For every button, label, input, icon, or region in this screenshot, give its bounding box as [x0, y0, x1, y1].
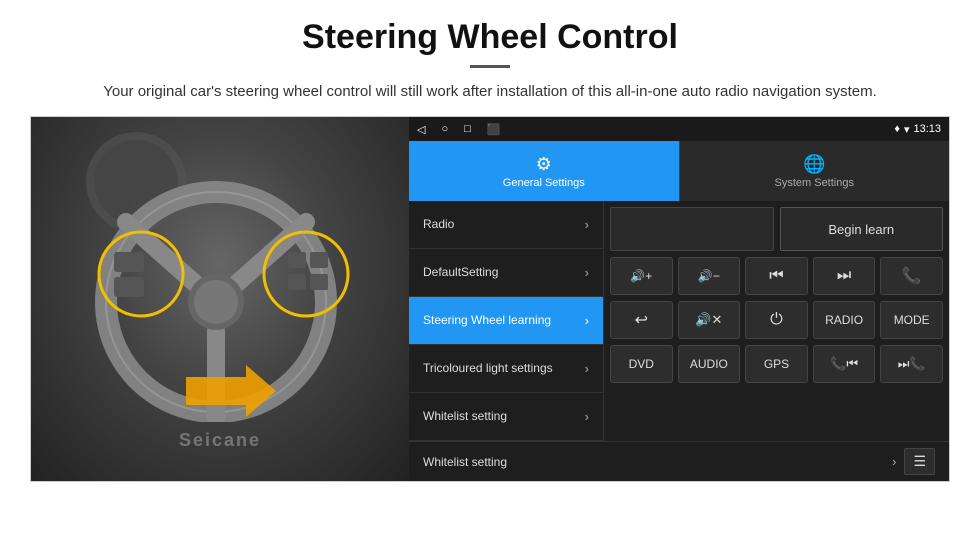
chevron-whitelist-icon: ›: [585, 409, 589, 424]
hang-up-button[interactable]: ↩: [610, 301, 673, 339]
vol-down-button[interactable]: 🔊−: [678, 257, 741, 295]
gps-button[interactable]: GPS: [745, 345, 808, 383]
list-icon: ☰: [913, 453, 926, 469]
chevron-steering-icon: ›: [585, 313, 589, 328]
tab-system-settings[interactable]: 🌐 System Settings: [679, 141, 950, 201]
begin-learn-button[interactable]: Begin learn: [780, 207, 944, 251]
phone-button[interactable]: 📞: [880, 257, 943, 295]
android-panel: ◁ ○ □ ⬛ ♦ ▾ 13:13 ⚙ General Settings: [409, 117, 949, 481]
menu-item-tricoloured-label: Tricoloured light settings: [423, 361, 581, 377]
status-bar: ◁ ○ □ ⬛ ♦ ▾ 13:13: [409, 117, 949, 141]
mode-label: MODE: [894, 313, 930, 327]
menu-item-default-label: DefaultSetting: [423, 265, 581, 281]
empty-input-box: [610, 207, 774, 251]
phone-next-icon: ⏭📞: [898, 356, 926, 372]
content-area: Seicane ◁ ○ □ ⬛ ♦ ▾ 13:13: [30, 116, 950, 482]
prev-track-button[interactable]: ⏮: [745, 257, 808, 295]
location-icon: ♦: [894, 123, 900, 135]
tab-system-label: System Settings: [775, 177, 854, 189]
tab-bar: ⚙ General Settings 🌐 System Settings: [409, 141, 949, 201]
chevron-default-icon: ›: [585, 265, 589, 280]
menu-item-defaultsetting[interactable]: DefaultSetting ›: [409, 249, 603, 297]
time-display: 13:13: [913, 123, 941, 135]
controls-row-2: ↩ 🔊✕ ⏻ RADIO MODE: [610, 301, 943, 339]
phone-next-button[interactable]: ⏭📞: [880, 345, 943, 383]
audio-button[interactable]: AUDIO: [678, 345, 741, 383]
whitelist-setting-label: Whitelist setting: [423, 455, 507, 469]
mute-button[interactable]: 🔊✕: [678, 301, 741, 339]
power-button[interactable]: ⏻: [745, 301, 808, 339]
back-icon[interactable]: ◁: [417, 123, 425, 136]
hang-up-icon: ↩: [635, 310, 648, 330]
page-title: Steering Wheel Control: [30, 18, 950, 57]
main-content: Radio › DefaultSetting › Steering Wheel …: [409, 201, 949, 441]
power-icon: ⏻: [770, 311, 783, 329]
watermark: Seicane: [179, 430, 261, 451]
vol-down-icon: 🔊−: [698, 269, 720, 283]
radio-button[interactable]: RADIO: [813, 301, 876, 339]
tab-general-label: General Settings: [503, 177, 585, 189]
begin-learn-row: Begin learn: [610, 207, 943, 251]
dvd-label: DVD: [629, 357, 654, 371]
menu-item-whitelist[interactable]: Whitelist setting ›: [409, 393, 603, 441]
car-image-panel: Seicane: [31, 117, 409, 481]
controls-row-3: DVD AUDIO GPS 📞⏮ ⏭📞: [610, 345, 943, 383]
menu-item-radio[interactable]: Radio ›: [409, 201, 603, 249]
mode-button[interactable]: MODE: [880, 301, 943, 339]
vol-up-icon: 🔊+: [630, 269, 652, 283]
whitelist-bottom-row: Whitelist setting › ☰: [409, 441, 949, 481]
menu-item-whitelist-label: Whitelist setting: [423, 409, 581, 425]
chevron-tricoloured-icon: ›: [585, 361, 589, 376]
next-track-button[interactable]: ⏭: [813, 257, 876, 295]
screenshot-icon[interactable]: ⬛: [487, 123, 501, 136]
status-icons-right: ♦ ▾ 13:13: [894, 123, 941, 136]
audio-label: AUDIO: [690, 357, 728, 371]
general-settings-icon: ⚙: [536, 154, 552, 175]
radio-label: RADIO: [825, 313, 863, 327]
signal-icon: ▾: [904, 123, 910, 136]
subtitle-text: Your original car's steering wheel contr…: [100, 80, 880, 104]
recents-icon[interactable]: □: [464, 123, 471, 135]
phone-prev-button[interactable]: 📞⏮: [813, 345, 876, 383]
home-icon[interactable]: ○: [441, 123, 448, 135]
header-section: Steering Wheel Control Your original car…: [30, 18, 950, 104]
tab-general-settings[interactable]: ⚙ General Settings: [409, 141, 679, 201]
whitelist-list-icon[interactable]: ☰: [904, 448, 935, 475]
system-settings-icon: 🌐: [803, 154, 825, 175]
menu-list: Radio › DefaultSetting › Steering Wheel …: [409, 201, 604, 441]
whitelist-chevron-icon[interactable]: ›: [892, 454, 896, 469]
title-divider: [470, 65, 510, 68]
phone-icon: 📞: [902, 266, 922, 286]
gps-label: GPS: [764, 357, 789, 371]
chevron-radio-icon: ›: [585, 217, 589, 232]
controls-area: Begin learn 🔊+ 🔊− ⏮: [604, 201, 949, 441]
status-icons-left: ◁ ○ □ ⬛: [417, 123, 500, 136]
phone-prev-icon: 📞⏮: [830, 356, 858, 372]
vol-up-button[interactable]: 🔊+: [610, 257, 673, 295]
menu-item-radio-label: Radio: [423, 217, 581, 233]
menu-item-steering-label: Steering Wheel learning: [423, 313, 581, 329]
menu-item-steering[interactable]: Steering Wheel learning ›: [409, 297, 603, 345]
prev-track-icon: ⏮: [769, 267, 783, 285]
menu-item-tricoloured[interactable]: Tricoloured light settings ›: [409, 345, 603, 393]
mute-icon: 🔊✕: [695, 312, 722, 328]
steering-wheel-svg: [46, 122, 386, 422]
next-track-icon: ⏭: [837, 267, 851, 285]
whitelist-right: › ☰: [888, 448, 935, 475]
dvd-button[interactable]: DVD: [610, 345, 673, 383]
controls-row-1: 🔊+ 🔊− ⏮ ⏭ 📞: [610, 257, 943, 295]
page-wrapper: Steering Wheel Control Your original car…: [0, 0, 980, 492]
